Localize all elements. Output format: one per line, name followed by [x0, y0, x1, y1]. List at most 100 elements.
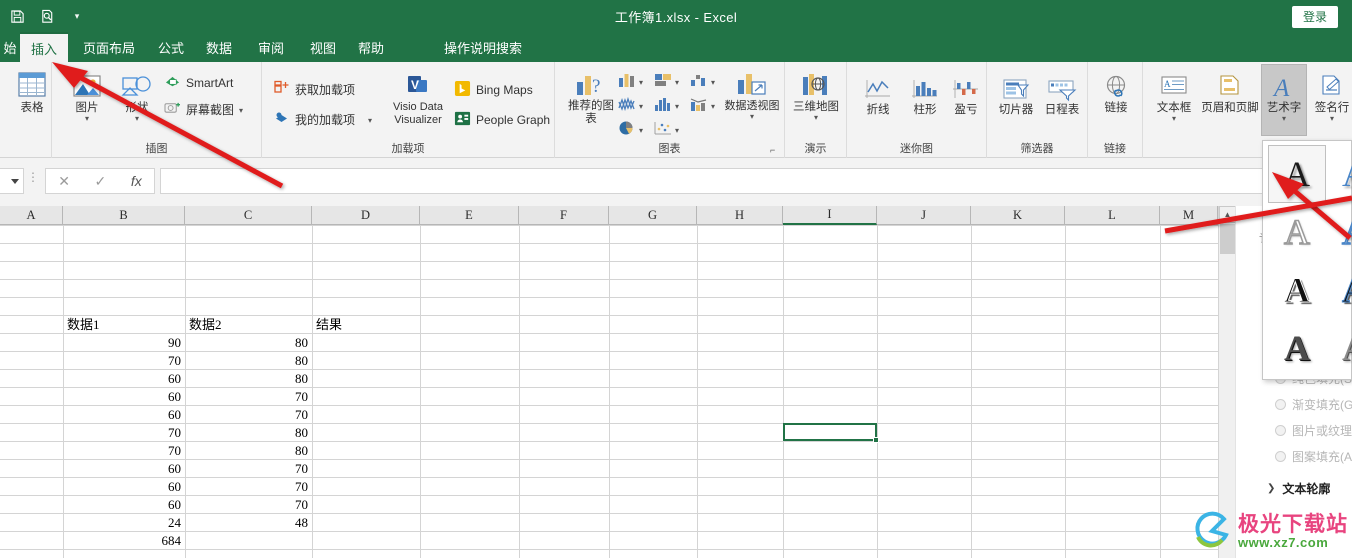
- get-addins-button[interactable]: 获取加载项: [274, 80, 355, 99]
- grid-cell-B10[interactable]: 60: [64, 388, 184, 406]
- pie-chart-button[interactable]: ▾: [617, 120, 643, 141]
- grid-cell-C16[interactable]: 70: [186, 496, 311, 514]
- slicer-button[interactable]: 切片器: [993, 70, 1039, 117]
- sparkline-line-button[interactable]: 折线: [855, 70, 901, 117]
- scroll-up-button[interactable]: ▲: [1219, 206, 1236, 223]
- grid-cell-B7[interactable]: 90: [64, 334, 184, 352]
- fill-option-pattern[interactable]: 图案填充(A: [1275, 448, 1352, 465]
- visio-data-visualizer-button[interactable]: V Visio Data Visualizer: [387, 67, 449, 127]
- radio-icon[interactable]: [1275, 425, 1286, 436]
- radio-icon[interactable]: [1275, 451, 1286, 462]
- cancel-entry-button[interactable]: ✕: [58, 173, 70, 190]
- chevron-down-icon[interactable]: ▾: [675, 78, 679, 87]
- grid-cell-B11[interactable]: 60: [64, 406, 184, 424]
- header-footer-button[interactable]: 页眉和页脚: [1199, 68, 1261, 115]
- fill-option-gradient[interactable]: 渐变填充(G: [1275, 396, 1352, 413]
- grid-cell-C15[interactable]: 70: [186, 478, 311, 496]
- grid-cell-C10[interactable]: 70: [186, 388, 311, 406]
- column-header-g[interactable]: G: [609, 206, 697, 225]
- combo-chart-button[interactable]: ▾: [689, 96, 715, 117]
- confirm-entry-button[interactable]: ✓: [95, 173, 107, 190]
- vertical-scrollbar[interactable]: ▲: [1218, 206, 1236, 558]
- name-box[interactable]: [0, 168, 24, 194]
- chevron-right-icon[interactable]: ❯: [1267, 483, 1275, 494]
- column-header-c[interactable]: C: [185, 206, 312, 225]
- wordart-style-fill-black-blue-outline[interactable]: A: [1326, 261, 1352, 319]
- grid-cell-C13[interactable]: 80: [186, 442, 311, 460]
- chevron-down-icon[interactable]: ▾: [750, 113, 754, 121]
- formula-input[interactable]: [160, 168, 1340, 194]
- radio-icon[interactable]: [1275, 399, 1286, 410]
- scrollbar-thumb[interactable]: [1220, 224, 1235, 254]
- wordart-gallery-dropdown[interactable]: AAAAAAAA: [1262, 140, 1352, 380]
- chevron-down-icon[interactable]: ▾: [639, 102, 643, 111]
- chevron-down-icon[interactable]: ▾: [1330, 115, 1334, 123]
- text-box-button[interactable]: A 文本框 ▾: [1149, 68, 1199, 123]
- grid-cell-C7[interactable]: 80: [186, 334, 311, 352]
- scatter-chart-button[interactable]: ▾: [653, 120, 679, 141]
- tab-formulas[interactable]: 公式: [148, 32, 194, 62]
- chevron-down-icon[interactable]: ▾: [711, 102, 715, 111]
- column-chart-button[interactable]: ▾: [617, 72, 643, 93]
- grid-cell-B18[interactable]: 684: [64, 532, 184, 550]
- wordart-style-pattern-dark[interactable]: A: [1268, 319, 1326, 377]
- chevron-down-icon[interactable]: ▾: [675, 102, 679, 111]
- chevron-down-icon[interactable]: ▾: [1172, 115, 1176, 123]
- grid-cell-C14[interactable]: 70: [186, 460, 311, 478]
- tab-review[interactable]: 审阅: [248, 32, 294, 62]
- chevron-down-icon[interactable]: ▾: [1282, 115, 1286, 123]
- tab-insert[interactable]: 插入: [20, 32, 68, 62]
- column-header-k[interactable]: K: [971, 206, 1065, 225]
- grid-cell-B8[interactable]: 70: [64, 352, 184, 370]
- grid-cell-B14[interactable]: 60: [64, 460, 184, 478]
- grid-cell-C17[interactable]: 48: [186, 514, 311, 532]
- selected-cell[interactable]: [783, 423, 877, 441]
- 3d-map-button[interactable]: 三维地图 ▾: [793, 67, 839, 122]
- tab-view[interactable]: 视图: [300, 32, 346, 62]
- people-graph-button[interactable]: People Graph: [454, 110, 550, 130]
- bar-chart-button[interactable]: ▾: [653, 72, 679, 93]
- wordart-style-fill-black-bevel[interactable]: A: [1268, 261, 1326, 319]
- sparkline-winloss-button[interactable]: 盈亏: [943, 70, 989, 117]
- shapes-button[interactable]: 形状 ▾: [114, 68, 160, 123]
- wordart-style-outline-blue[interactable]: A: [1326, 203, 1352, 261]
- grid-cell-C12[interactable]: 80: [186, 424, 311, 442]
- tab-data[interactable]: 数据: [196, 32, 242, 62]
- smartart-button[interactable]: SmartArt: [164, 74, 233, 92]
- grid-cell-B12[interactable]: 70: [64, 424, 184, 442]
- grid-cell-B6[interactable]: 数据1: [64, 316, 184, 334]
- grid-cell-D6[interactable]: 结果: [313, 316, 419, 334]
- wordart-style-outline-gray[interactable]: A: [1268, 203, 1326, 261]
- tab-help[interactable]: 帮助: [348, 32, 394, 62]
- column-header-m[interactable]: M: [1160, 206, 1218, 225]
- column-header-e[interactable]: E: [420, 206, 519, 225]
- column-header-d[interactable]: D: [312, 206, 420, 225]
- grid-cell-C8[interactable]: 80: [186, 352, 311, 370]
- bing-maps-button[interactable]: Bing Maps: [454, 80, 533, 100]
- insert-function-button[interactable]: fx: [131, 173, 142, 189]
- chevron-down-icon[interactable]: ▾: [814, 114, 818, 122]
- wordart-style-fill-black-shadow[interactable]: A: [1268, 145, 1326, 203]
- chevron-down-icon[interactable]: ▾: [639, 78, 643, 87]
- chevron-down-icon[interactable]: ▾: [239, 106, 243, 114]
- column-header-l[interactable]: L: [1065, 206, 1160, 225]
- link-button[interactable]: 链接: [1093, 68, 1139, 115]
- fill-option-picture[interactable]: 图片或纹理: [1275, 422, 1352, 439]
- chevron-down-icon[interactable]: ▾: [85, 115, 89, 123]
- timeline-button[interactable]: 日程表: [1039, 70, 1085, 117]
- histogram-chart-button[interactable]: ▾: [653, 96, 679, 117]
- chevron-down-icon[interactable]: [11, 178, 19, 184]
- picture-button[interactable]: 图片 ▾: [64, 68, 110, 123]
- recommended-pivot-button[interactable]: ? 的 视表 各: [0, 64, 10, 141]
- grid-cell-C9[interactable]: 80: [186, 370, 311, 388]
- column-header-b[interactable]: B: [63, 206, 185, 225]
- grid-cell-B17[interactable]: 24: [64, 514, 184, 532]
- text-outline-section[interactable]: ❯ 文本轮廓: [1267, 480, 1330, 497]
- formula-bar-grip[interactable]: ⋮: [27, 171, 39, 183]
- table-button[interactable]: 表格: [10, 68, 54, 115]
- stock-chart-button[interactable]: ▾: [617, 96, 643, 117]
- grid-cell-B13[interactable]: 70: [64, 442, 184, 460]
- wordart-style-pattern-gray[interactable]: A: [1326, 319, 1352, 377]
- column-header-j[interactable]: J: [877, 206, 971, 225]
- grid-cell-B16[interactable]: 60: [64, 496, 184, 514]
